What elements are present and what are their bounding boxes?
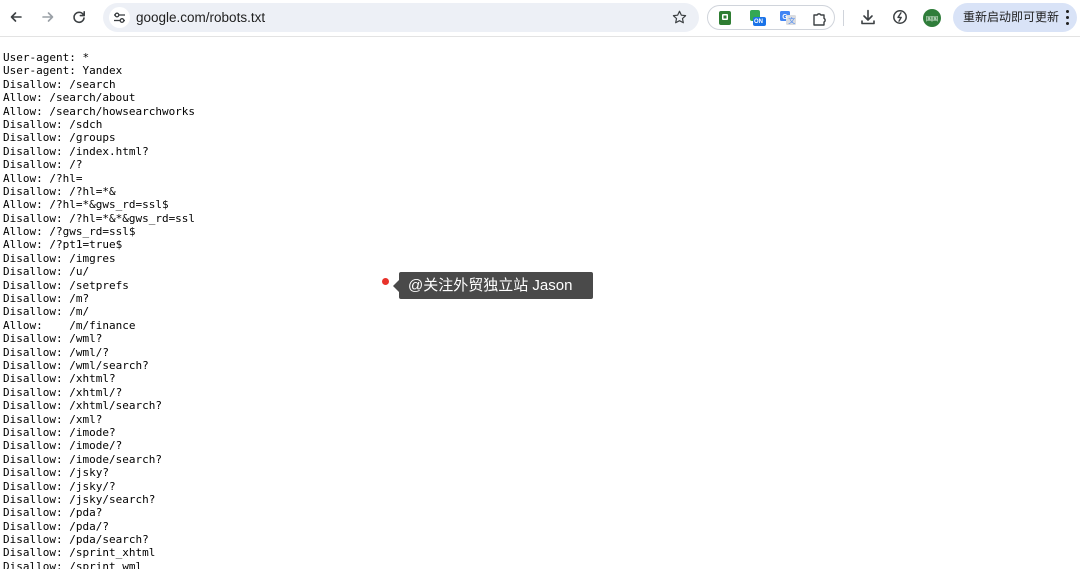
robots-line: Allow: /?pt1=true$ (3, 238, 123, 252)
downloads-button[interactable] (857, 6, 879, 28)
update-label: 重新启动即可更新 (963, 10, 1060, 24)
robots-line: Disallow: /wml? (3, 332, 103, 346)
robots-line: Disallow: /pda/search? (3, 533, 149, 547)
robots-line: Disallow: /search (3, 77, 116, 91)
robots-line: Disallow: /jsky/search? (3, 492, 156, 506)
puzzle-extension-icon (813, 13, 826, 26)
robots-line: Disallow: /xhtml/? (3, 385, 123, 399)
robots-line: Allow: /search/about (3, 91, 136, 105)
robots-line: Disallow: /xhtml? (3, 372, 116, 386)
arrow-left-icon (10, 12, 22, 22)
robots-line: Disallow: /m/ (3, 305, 90, 319)
robots-line: Disallow: /index.html? (3, 144, 149, 158)
reload-icon (73, 11, 85, 24)
extensions-group: ON G 文 (707, 5, 835, 30)
robots-line: Disallow: /sprint_wml (3, 559, 143, 569)
robots-line: Allow: /search/howsearchworks (3, 104, 196, 118)
watermark-text: @关注外贸独立站 Jason (408, 277, 573, 294)
forward-button[interactable] (36, 5, 60, 29)
robots-line: Allow: /m/finance (3, 318, 136, 332)
url-text[interactable]: google.com/robots.txt (136, 3, 265, 32)
robots-line: Disallow: /imode/? (3, 439, 123, 453)
robots-line: Disallow: /groups (3, 131, 116, 145)
translate-extension-button[interactable]: G 文 (779, 9, 797, 27)
robots-line: Disallow: /xml? (3, 412, 103, 426)
svg-text:文: 文 (788, 16, 795, 25)
extensions-menu-button[interactable] (811, 9, 829, 27)
robots-line: Disallow: /jsky? (3, 466, 109, 480)
extension-on-badge: ON (754, 19, 763, 25)
green-book-extension-icon (719, 11, 731, 25)
robots-line: Allow: /?gws_rd=ssl$ (3, 225, 136, 239)
address-bar[interactable]: google.com/robots.txt (103, 3, 699, 32)
robots-txt-content: User-agent: * User-agent: Yandex Disallow:… (3, 51, 1073, 569)
green-book-extension-button[interactable] (716, 9, 734, 27)
translate-extension-icon: G 文 (780, 11, 796, 25)
robots-line: Disallow: /imgres (3, 251, 116, 265)
star-icon (672, 10, 687, 24)
reload-button[interactable] (67, 5, 91, 29)
toolbar-separator (843, 10, 844, 26)
robots-line: User-agent: * (3, 51, 90, 64)
browser-toolbar: google.com/robots.txt ON G 文 国国 重新启动即可更新 (0, 0, 1080, 37)
robots-line: Disallow: /pda? (3, 506, 103, 520)
robots-line: Disallow: /? (3, 158, 83, 172)
robots-line: Disallow: /pda/? (3, 519, 109, 533)
back-button[interactable] (4, 5, 28, 29)
avatar-text: 国国 (925, 16, 938, 23)
robots-line: Disallow: /wml/search? (3, 358, 149, 372)
profile-avatar[interactable]: 国国 (923, 9, 941, 27)
bookmark-button[interactable] (670, 8, 689, 27)
robots-line: Allow: /?hl=*&gws_rd=ssl$ (3, 198, 169, 212)
on-badge-extension-button[interactable]: ON (749, 9, 767, 27)
robots-line: Allow: /?hl= (3, 171, 83, 185)
robots-line: Disallow: /imode/search? (3, 452, 162, 466)
relaunch-update-button[interactable]: 重新启动即可更新 (953, 3, 1077, 32)
robots-line: Disallow: /imode? (3, 425, 116, 439)
red-dot-marker (382, 278, 389, 285)
watermark-tooltip: @关注外贸独立站 Jason (393, 272, 593, 299)
robots-line: Disallow: /xhtml/search? (3, 399, 162, 413)
robots-line: Disallow: /?hl=*&*&gws_rd=ssl (3, 211, 196, 225)
robots-line: Disallow: /sprint_xhtml (3, 546, 156, 560)
robots-line: Disallow: /sdch (3, 117, 103, 131)
arrow-right-icon (42, 12, 54, 22)
tune-icon (114, 12, 125, 23)
download-icon (861, 9, 875, 25)
robots-line: User-agent: Yandex (3, 64, 123, 78)
site-info-button[interactable] (109, 7, 130, 28)
performance-icon (893, 10, 907, 24)
tooltip-arrow (393, 280, 399, 292)
robots-line: Disallow: /wml/? (3, 345, 109, 359)
more-vert-icon (1064, 10, 1070, 25)
performance-button[interactable] (889, 6, 911, 28)
robots-line: Disallow: /?hl=*& (3, 184, 116, 198)
robots-line: Disallow: /jsky/? (3, 479, 116, 493)
